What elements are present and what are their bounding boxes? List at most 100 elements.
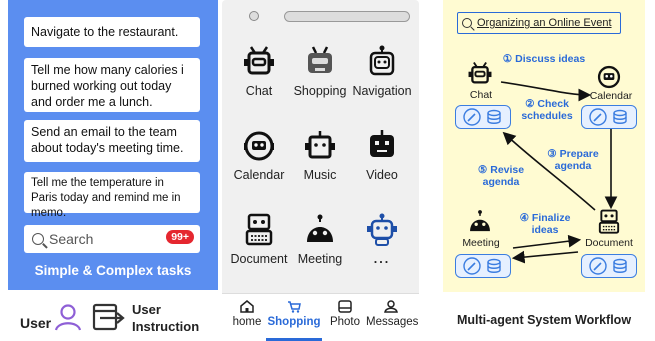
camera-dot — [249, 11, 259, 21]
calendar-tools — [581, 105, 637, 129]
robot-document-icon — [245, 213, 273, 246]
app-video[interactable]: Video — [350, 128, 414, 182]
nav-photo[interactable]: Photo — [328, 300, 362, 328]
app-label: Meeting — [297, 252, 343, 266]
step-2-label: ② Check schedules — [517, 98, 577, 122]
step-3-text: Prepare agenda — [554, 148, 599, 172]
nav-label: Photo — [329, 316, 361, 328]
app-label: Document — [230, 252, 288, 266]
app-calendar[interactable]: Calendar — [227, 128, 291, 182]
nav-home[interactable]: home — [232, 300, 262, 328]
task-panel: Navigate to the restaurant. Tell me how … — [8, 0, 218, 290]
bottom-nav: home Shopping Photo Messages — [222, 293, 419, 341]
app-navigation[interactable]: Navigation — [350, 44, 414, 98]
app-label: Shopping — [293, 84, 347, 98]
nav-messages[interactable]: Messages — [366, 300, 419, 328]
task-text-3: Send an email to the team about today's … — [31, 125, 184, 155]
step-5-label: ⑤ Revise agenda — [473, 164, 529, 188]
step-4-num: ④ — [519, 212, 529, 224]
notification-badge: 99+ — [166, 230, 194, 244]
status-bar — [284, 11, 410, 22]
app-chat[interactable]: Chat — [227, 44, 291, 98]
robot-music-icon — [305, 131, 335, 159]
app-label: Navigation — [352, 84, 412, 98]
app-label: Chat — [245, 84, 273, 98]
app-music[interactable]: Music — [288, 128, 352, 182]
arrow-discuss-ideas — [500, 81, 592, 102]
search-icon — [32, 233, 44, 245]
step-1-num: ① — [502, 53, 513, 65]
nav-label: Shopping — [267, 316, 321, 328]
document-tools — [581, 254, 637, 278]
step-5-text: Revise agenda — [482, 164, 525, 188]
robot-shopping-icon — [308, 46, 332, 73]
robot-chat-icon — [244, 46, 274, 75]
legend-instruction-label: User Instruction — [132, 301, 199, 335]
task-text-1: Navigate to the restaurant. — [31, 25, 179, 39]
panel1-title: Simple & Complex tasks — [34, 263, 192, 278]
meeting-agent-icon — [470, 210, 490, 232]
legend-user-label: User — [20, 315, 52, 331]
home-icon — [240, 300, 254, 313]
app-more[interactable]: ... — [350, 212, 414, 266]
user-icon — [54, 304, 82, 331]
app-label: Music — [303, 168, 337, 182]
app-shopping[interactable]: Shopping — [288, 44, 352, 98]
cart-icon — [288, 301, 301, 313]
robot-meeting-icon — [307, 214, 333, 242]
calendar-agent-icon — [597, 65, 621, 89]
meeting-tools — [455, 254, 511, 278]
phone-screen: Chat Shopping Navigation Calendar Music … — [222, 0, 419, 341]
task-bubble-3: Send an email to the team about today's … — [24, 120, 200, 162]
robot-navigation-icon — [369, 45, 395, 76]
nav-label: home — [232, 316, 262, 328]
chat-agent-icon — [468, 61, 492, 84]
robot-video-icon — [370, 130, 394, 157]
task-bubble-1: Navigate to the restaurant. — [24, 17, 200, 47]
task-bubble-4: Tell me the temperature in Paris today a… — [24, 172, 200, 219]
tools-icon — [463, 257, 501, 275]
step-4-label: ④ Finalize ideas — [517, 212, 573, 236]
step-1-label: ① Discuss ideas — [499, 53, 589, 65]
task-text-2: Tell me how many calories i burned worki… — [31, 63, 184, 109]
agent-calendar-label: Calendar — [589, 90, 633, 102]
app-label: Video — [366, 168, 398, 182]
step-1-text: Discuss ideas — [515, 53, 586, 65]
legend-instruction-line2: Instruction — [132, 319, 200, 334]
chat-tools — [455, 105, 511, 129]
panel3-title: Multi-agent System Workflow — [456, 313, 632, 327]
app-label: Calendar — [233, 168, 285, 182]
robot-calendar-icon — [244, 131, 274, 161]
photo-icon — [338, 300, 352, 313]
arrow-finalize-ideas — [512, 234, 582, 249]
app-meeting[interactable]: Meeting — [288, 212, 352, 266]
step-2-num: ② — [525, 98, 535, 110]
agent-document-label: Document — [585, 237, 633, 249]
document-agent-icon — [598, 209, 620, 234]
agent-meeting-label: Meeting — [462, 237, 500, 249]
legend: User User Instruction — [20, 298, 220, 338]
legend-instruction-line1: User — [132, 302, 161, 317]
nav-label: Messages — [366, 316, 419, 328]
person-icon — [384, 300, 398, 313]
robot-more-icon — [367, 213, 397, 246]
app-document[interactable]: Document — [227, 212, 291, 266]
instruction-icon — [92, 303, 125, 331]
step-3-label: ③ Prepare agenda — [545, 148, 601, 172]
step-3-num: ③ — [547, 148, 557, 160]
arrow-finalize-back — [511, 250, 579, 264]
tools-icon — [589, 108, 627, 126]
step-4-text: Finalize ideas — [531, 212, 571, 236]
search-bar[interactable]: Search 99+ — [24, 225, 200, 253]
search-placeholder: Search — [49, 231, 94, 247]
figure: Navigate to the restaurant. Tell me how … — [0, 0, 655, 341]
tools-icon — [463, 108, 501, 126]
task-text-4: Tell me the temperature in Paris today a… — [31, 177, 181, 219]
nav-shopping[interactable]: Shopping — [266, 300, 322, 328]
agent-chat-label: Chat — [469, 89, 493, 101]
workflow-panel: Organizing an Online Event ① Discuss ide… — [443, 0, 645, 292]
tools-icon — [589, 257, 627, 275]
task-bubble-2: Tell me how many calories i burned worki… — [24, 58, 200, 112]
app-label: ... — [373, 252, 391, 266]
step-5-num: ⑤ — [477, 164, 488, 176]
